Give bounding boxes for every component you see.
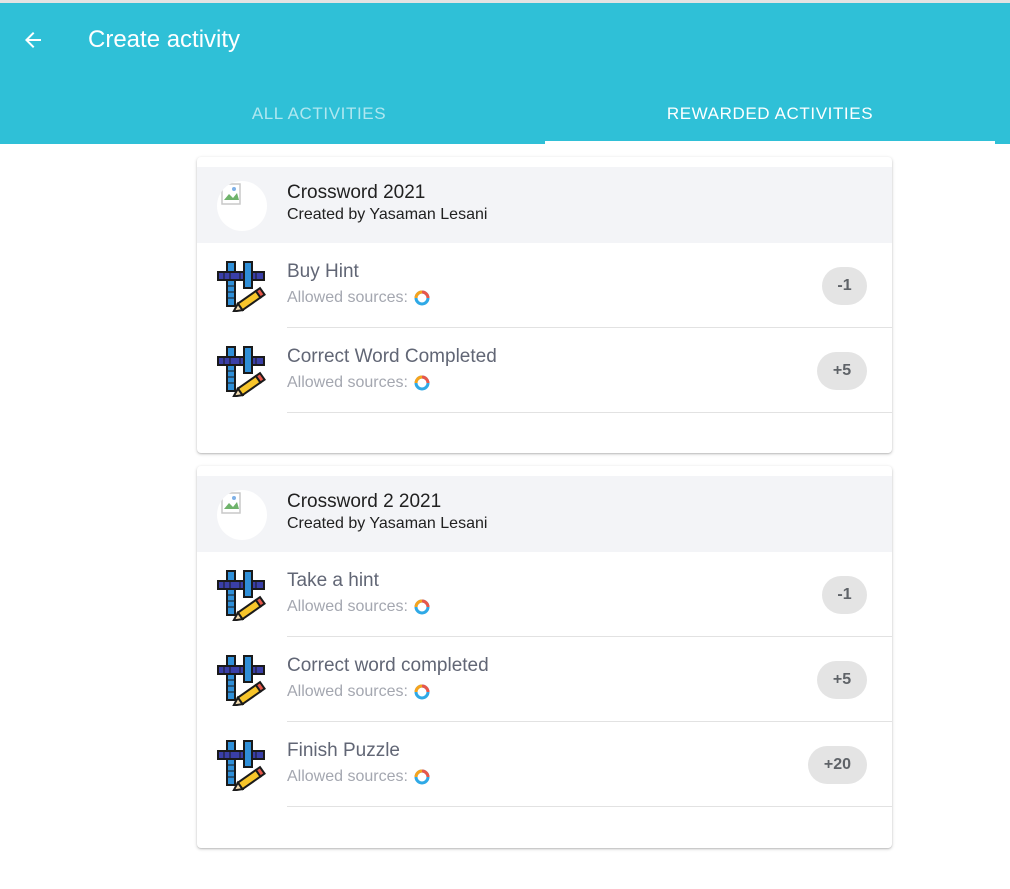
activity-name: Finish Puzzle <box>287 740 400 761</box>
points-badge: -1 <box>822 576 867 614</box>
game-title: Crossword 2021 <box>287 182 426 203</box>
activity-name: Correct Word Completed <box>287 346 497 367</box>
points-badge: +20 <box>808 746 867 784</box>
allowed-sources-label: Allowed sources: <box>287 289 408 306</box>
active-tab-indicator <box>545 141 995 144</box>
crossword-pencil-icon <box>216 260 268 312</box>
source-ring-icon <box>414 769 430 785</box>
allowed-sources: Allowed sources: <box>287 373 430 393</box>
game-thumbnail <box>217 490 267 540</box>
points-badge: +5 <box>817 352 867 390</box>
allowed-sources: Allowed sources: <box>287 288 430 308</box>
allowed-sources: Allowed sources: <box>287 597 430 617</box>
game-header[interactable]: Crossword 2021 Created by Yasaman Lesani <box>197 167 892 243</box>
game-card-1: Crossword 2021 Created by Yasaman Lesani… <box>197 157 892 453</box>
source-ring-icon <box>414 599 430 615</box>
broken-image-icon <box>217 181 267 231</box>
crossword-pencil-icon <box>216 739 268 791</box>
allowed-sources-label: Allowed sources: <box>287 768 408 785</box>
crossword-pencil-icon <box>216 569 268 621</box>
source-ring-icon <box>414 375 430 391</box>
allowed-sources: Allowed sources: <box>287 682 430 702</box>
tab-all-activities[interactable]: ALL ACTIVITIES <box>94 83 544 144</box>
activity-row[interactable]: Finish Puzzle Allowed sources: +20 <box>197 722 892 807</box>
page-title: Create activity <box>88 26 241 53</box>
allowed-sources-label: Allowed sources: <box>287 683 408 700</box>
activity-name: Correct word completed <box>287 655 489 676</box>
game-creator: Created by Yasaman Lesani <box>287 206 488 223</box>
crossword-pencil-icon <box>216 654 268 706</box>
allowed-sources: Allowed sources: <box>287 767 430 787</box>
arrow-left-icon <box>25 32 41 48</box>
points-badge: -1 <box>822 267 867 305</box>
activity-row[interactable]: Buy Hint Allowed sources: -1 <box>197 243 892 328</box>
source-ring-icon <box>414 684 430 700</box>
activity-row[interactable]: Correct Word Completed Allowed sources: … <box>197 328 892 413</box>
game-thumbnail <box>217 181 267 231</box>
row-divider <box>287 806 892 807</box>
game-card-2: Crossword 2 2021 Created by Yasaman Lesa… <box>197 466 892 848</box>
game-creator: Created by Yasaman Lesani <box>287 515 488 532</box>
points-badge: +5 <box>817 661 867 699</box>
game-header[interactable]: Crossword 2 2021 Created by Yasaman Lesa… <box>197 476 892 552</box>
tab-rewarded-activities[interactable]: REWARDED ACTIVITIES <box>545 83 995 144</box>
source-ring-icon <box>414 290 430 306</box>
allowed-sources-label: Allowed sources: <box>287 598 408 615</box>
activity-name: Buy Hint <box>287 261 359 282</box>
back-button[interactable] <box>18 25 48 55</box>
activity-name: Take a hint <box>287 570 379 591</box>
activity-row[interactable]: Take a hint Allowed sources: -1 <box>197 552 892 637</box>
row-divider <box>287 412 892 413</box>
game-title: Crossword 2 2021 <box>287 491 442 512</box>
crossword-pencil-icon <box>216 345 268 397</box>
activity-row[interactable]: Correct word completed Allowed sources: … <box>197 637 892 722</box>
broken-image-icon <box>217 490 267 540</box>
allowed-sources-label: Allowed sources: <box>287 374 408 391</box>
app-bar: Create activity ALL ACTIVITIES REWARDED … <box>0 3 1010 144</box>
